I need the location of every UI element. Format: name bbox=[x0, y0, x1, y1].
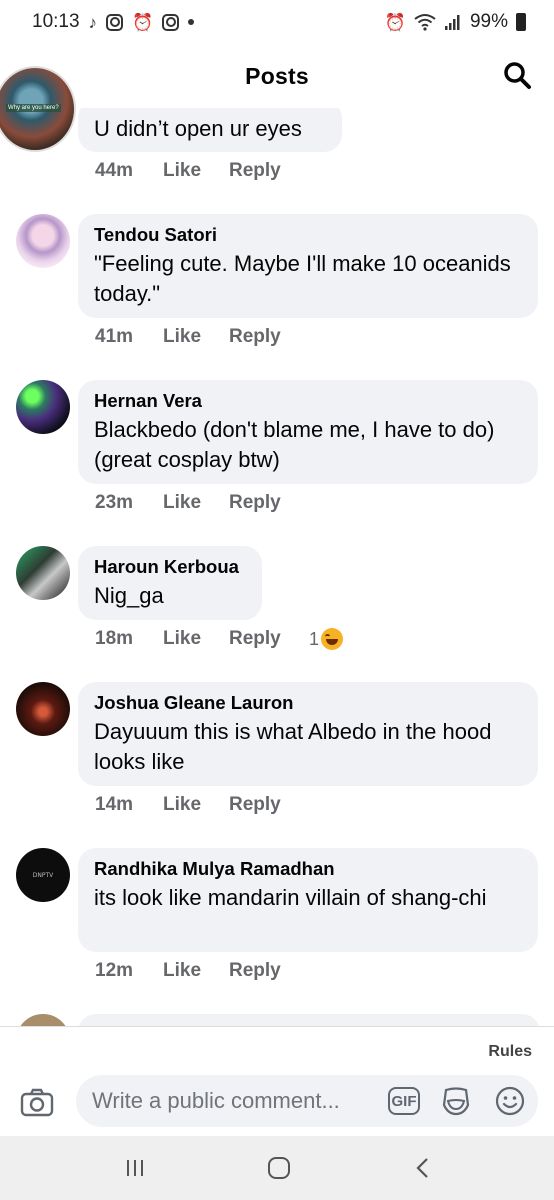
avatar[interactable] bbox=[16, 546, 70, 600]
avatar-logo-text: DNPTV bbox=[32, 871, 54, 879]
like-button[interactable]: Like bbox=[163, 326, 229, 348]
comment-time[interactable]: 18m bbox=[95, 628, 163, 650]
like-button[interactable]: Like bbox=[163, 628, 229, 650]
comment-bubble[interactable]: Hernan Vera Blackbedo (don't blame me, I… bbox=[78, 380, 538, 484]
comment-text: Blackbedo (don't blame me, I have to do)… bbox=[94, 417, 495, 472]
comment-actions: 14m Like Reply bbox=[95, 794, 309, 816]
avatar[interactable] bbox=[16, 214, 70, 268]
back-icon[interactable] bbox=[408, 1156, 438, 1180]
comment-actions: 44m Like Reply bbox=[95, 160, 309, 182]
comment-actions: 12m Like Reply bbox=[95, 960, 309, 982]
comment-text: Nig_ga bbox=[94, 583, 164, 608]
comment-time[interactable]: 12m bbox=[95, 960, 163, 982]
search-icon[interactable] bbox=[502, 60, 532, 90]
comment-input[interactable] bbox=[92, 1088, 382, 1114]
comment-time[interactable]: 23m bbox=[95, 492, 163, 514]
comments-list: U didn’t open ur eyes 44m Like Reply Ten… bbox=[0, 0, 554, 1026]
comment-actions: 18m Like Reply 1 bbox=[95, 628, 344, 650]
header: Posts bbox=[0, 44, 554, 108]
reply-button[interactable]: Reply bbox=[229, 492, 309, 514]
comment-bubble[interactable]: Joshua Gleane Lauron Dayuuum this is wha… bbox=[78, 682, 538, 786]
home-icon[interactable] bbox=[264, 1156, 294, 1180]
reply-button[interactable]: Reply bbox=[229, 628, 309, 650]
comment-bubble-partial[interactable] bbox=[78, 1014, 540, 1026]
comment-text: "Feeling cute. Maybe I'll make 10 oceani… bbox=[94, 251, 511, 306]
like-button[interactable]: Like bbox=[163, 794, 229, 816]
emoji-icon[interactable] bbox=[494, 1085, 526, 1117]
comment-actions: 41m Like Reply bbox=[95, 326, 309, 348]
system-nav-bar bbox=[0, 1136, 554, 1200]
avatar-meme-text: Why are you here? bbox=[6, 104, 61, 112]
recent-apps-icon[interactable] bbox=[120, 1156, 150, 1180]
like-button[interactable]: Like bbox=[163, 160, 229, 182]
avatar[interactable] bbox=[16, 380, 70, 434]
reply-button[interactable]: Reply bbox=[229, 326, 309, 348]
avatar[interactable] bbox=[16, 682, 70, 736]
comment-author[interactable]: Joshua Gleane Lauron bbox=[94, 692, 522, 714]
comment-author[interactable]: Randhika Mulya Ramadhan bbox=[94, 858, 522, 880]
page-title: Posts bbox=[245, 62, 309, 89]
comment-text: its look like mandarin villain of shang-… bbox=[94, 885, 487, 910]
rules-link[interactable]: Rules bbox=[488, 1043, 532, 1061]
comment-bubble[interactable]: Randhika Mulya Ramadhan its look like ma… bbox=[78, 848, 538, 952]
avatar[interactable] bbox=[16, 1014, 70, 1026]
reply-button[interactable]: Reply bbox=[229, 160, 309, 182]
reply-button[interactable]: Reply bbox=[229, 794, 309, 816]
comment-input-wrapper[interactable]: GIF bbox=[76, 1075, 538, 1127]
haha-reaction-icon[interactable] bbox=[321, 628, 344, 650]
gif-icon[interactable]: GIF bbox=[388, 1087, 420, 1115]
comment-composer: Rules GIF bbox=[0, 1026, 554, 1136]
comment-bubble[interactable]: Haroun Kerboua Nig_ga bbox=[78, 546, 262, 620]
comment-text: U didn’t open ur eyes bbox=[94, 116, 302, 141]
comment-author[interactable]: Hernan Vera bbox=[94, 390, 522, 412]
comment-bubble[interactable]: Tendou Satori "Feeling cute. Maybe I'll … bbox=[78, 214, 538, 318]
comment-text: Dayuuum this is what Albedo in the hood … bbox=[94, 719, 492, 774]
like-button[interactable]: Like bbox=[163, 960, 229, 982]
comment-actions: 23m Like Reply bbox=[95, 492, 309, 514]
reaction-count[interactable]: 1 bbox=[309, 629, 319, 650]
avatar[interactable]: DNPTV bbox=[16, 848, 70, 902]
comment-time[interactable]: 41m bbox=[95, 326, 163, 348]
comment-time[interactable]: 44m bbox=[95, 160, 163, 182]
sticker-icon[interactable] bbox=[440, 1085, 472, 1117]
camera-icon[interactable] bbox=[20, 1087, 54, 1117]
comment-time[interactable]: 14m bbox=[95, 794, 163, 816]
comment-author[interactable]: Tendou Satori bbox=[94, 224, 522, 246]
comment-author[interactable]: Haroun Kerboua bbox=[94, 556, 246, 578]
reply-button[interactable]: Reply bbox=[229, 960, 309, 982]
like-button[interactable]: Like bbox=[163, 492, 229, 514]
